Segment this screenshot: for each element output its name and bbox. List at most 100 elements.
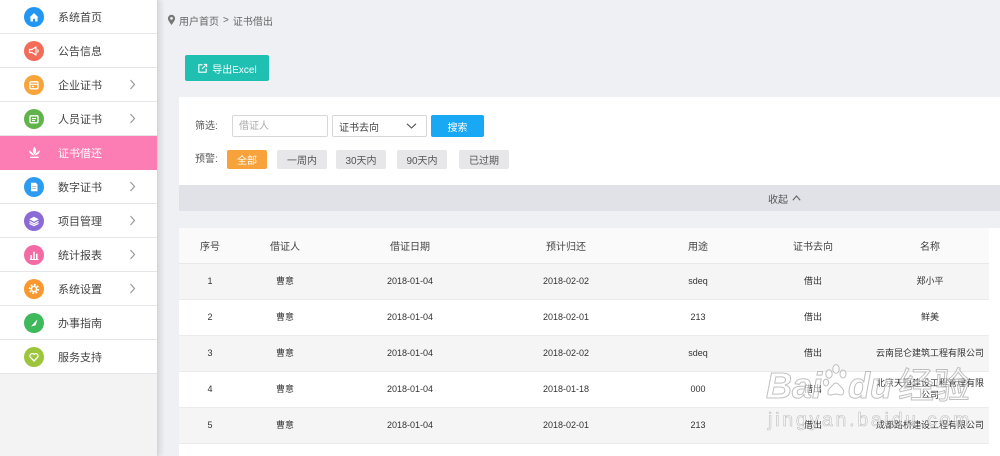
layers-icon: [24, 210, 44, 231]
warning-filter-label: 已过期: [469, 156, 499, 167]
compass-icon: [24, 312, 44, 333]
export-excel-button[interactable]: 导出Excel: [185, 55, 269, 81]
warning-label: 预警:: [195, 154, 218, 165]
cell-purpose: 213: [641, 299, 755, 336]
chevron-right-icon: [129, 283, 136, 294]
table-panel: 序号 借证人 借证日期 预计归还 用途 证书去向 名称 1 曹意 2018-01…: [179, 228, 1000, 456]
sidebar-item-label: 统计报表: [58, 249, 102, 262]
sidebar-item-label: 人员证书: [58, 113, 102, 126]
sidebar-item-label: 系统首页: [58, 11, 102, 24]
sidebar-item-support[interactable]: 服务支持: [0, 340, 157, 374]
sidebar-item-digital-certificates[interactable]: 数字证书: [0, 170, 157, 204]
warning-filter-expired[interactable]: 已过期: [459, 150, 509, 169]
cell-borrow-date: 2018-01-04: [329, 371, 491, 408]
sidebar-item-system-settings[interactable]: 系统设置: [0, 272, 157, 306]
table-row: 5 曹意 2018-01-04 2018-02-01 213 借出 成都路桥建设…: [179, 407, 989, 444]
sidebar-item-statistics-reports[interactable]: 统计报表: [0, 238, 157, 272]
column-header-purpose: 用途: [641, 228, 755, 264]
chevron-right-icon: [129, 79, 136, 90]
cell-destination: 借出: [755, 335, 871, 372]
cell-purpose: sdeq: [641, 335, 755, 372]
warning-filter-30-days[interactable]: 30天内: [336, 150, 386, 169]
cell-borrow-date: 2018-01-04: [329, 407, 491, 444]
export-icon: [198, 63, 208, 73]
sidebar-item-label: 系统设置: [58, 283, 102, 296]
filter-label: 筛选:: [195, 121, 218, 132]
sidebar: 系统首页 公告信息 企业证书 人员证书 证书借还 数字证书 项目管理 统计报表 …: [0, 0, 158, 456]
sidebar-item-home[interactable]: 系统首页: [0, 0, 157, 34]
search-button-label: 搜索: [447, 122, 468, 134]
cell-purpose: sdeq: [641, 263, 755, 300]
sidebar-item-project-management[interactable]: 项目管理: [0, 204, 157, 238]
search-button[interactable]: 搜索: [431, 115, 484, 137]
sidebar-item-label: 数字证书: [58, 181, 102, 194]
home-icon: [24, 6, 44, 27]
destination-select[interactable]: 证书去向: [332, 115, 427, 137]
cell-index: 5: [179, 407, 241, 444]
column-header-index: 序号: [179, 228, 241, 264]
cell-return-date: 2018-01-18: [491, 371, 641, 408]
megaphone-icon: [24, 40, 44, 61]
filter-panel: 筛选: 证书去向 搜索 预警: 全部 一周内 30天内 90天内 已过期: [179, 97, 1000, 185]
cell-destination: 借出: [755, 299, 871, 336]
cell-name: 成都路桥建设工程有限公司: [871, 407, 989, 444]
id-card-icon: [24, 108, 44, 129]
cell-return-date: 2018-02-01: [491, 299, 641, 336]
warning-filter-label: 90天内: [406, 156, 438, 167]
cell-index: 2: [179, 299, 241, 336]
export-button-label: 导出Excel: [212, 64, 257, 76]
sidebar-item-announcements[interactable]: 公告信息: [0, 34, 157, 68]
chevron-right-icon: [129, 215, 136, 226]
chevron-right-icon: [129, 249, 136, 260]
cell-borrower: 曹意: [241, 299, 329, 336]
table-row: 3 曹意 2018-01-04 2018-02-02 sdeq 借出 云南昆仑建…: [179, 335, 989, 372]
cell-index: 3: [179, 335, 241, 372]
column-header-name: 名称: [871, 228, 989, 264]
cell-borrow-date: 2018-01-04: [329, 263, 491, 300]
column-header-destination: 证书去向: [755, 228, 871, 264]
cell-purpose: 000: [641, 371, 755, 408]
sidebar-item-label: 服务支持: [58, 351, 102, 364]
cell-return-date: 2018-02-02: [491, 335, 641, 372]
warning-filter-all[interactable]: 全部: [227, 150, 267, 169]
breadcrumb-current: 证书借出: [232, 16, 273, 28]
column-header-borrower: 借证人: [241, 228, 329, 264]
heart-icon: [24, 346, 44, 367]
breadcrumb-separator: >: [223, 14, 229, 26]
sidebar-item-label: 办事指南: [58, 317, 102, 330]
breadcrumb: 用户首页 > 证书借出: [167, 13, 273, 28]
cell-borrow-date: 2018-01-04: [329, 299, 491, 336]
cell-destination: 借出: [755, 371, 871, 408]
collapse-bar: 收起: [179, 185, 1000, 211]
cell-purpose: 213: [641, 407, 755, 444]
cell-name: 鲜美: [871, 299, 989, 336]
warning-filter-label: 一周内: [287, 156, 317, 167]
collapse-toggle-button[interactable]: 收起: [768, 191, 801, 206]
cell-index: 4: [179, 371, 241, 408]
sidebar-item-guide[interactable]: 办事指南: [0, 306, 157, 340]
sidebar-item-personnel-certificates[interactable]: 人员证书: [0, 102, 157, 136]
location-pin-icon: [167, 14, 176, 25]
gear-icon: [24, 278, 44, 299]
column-header-return-date: 预计归还: [491, 228, 641, 264]
sidebar-item-label: 公告信息: [58, 45, 102, 58]
cell-borrower: 曹意: [241, 371, 329, 408]
collapse-label: 收起: [768, 194, 788, 206]
certificate-icon: [24, 74, 44, 95]
chevron-down-icon: [406, 123, 417, 129]
cell-borrower: 曹意: [241, 335, 329, 372]
warning-filter-90-days[interactable]: 90天内: [397, 150, 447, 169]
table-row: 1 曹意 2018-01-04 2018-02-02 sdeq 借出 郑小平: [179, 263, 989, 300]
warning-filter-week[interactable]: 一周内: [277, 150, 327, 169]
borrower-search-input[interactable]: [232, 115, 328, 137]
cell-borrower: 曹意: [241, 263, 329, 300]
lotus-icon: [24, 143, 44, 163]
cell-return-date: 2018-02-02: [491, 263, 641, 300]
breadcrumb-home-link[interactable]: 用户首页: [179, 13, 219, 28]
sidebar-item-certificate-borrowing[interactable]: 证书借还: [0, 136, 157, 170]
chevron-right-icon: [129, 181, 136, 192]
cell-destination: 借出: [755, 407, 871, 444]
sidebar-item-enterprise-certificates[interactable]: 企业证书: [0, 68, 157, 102]
warning-filter-label: 30天内: [345, 156, 377, 167]
sidebar-item-label: 项目管理: [58, 215, 102, 228]
